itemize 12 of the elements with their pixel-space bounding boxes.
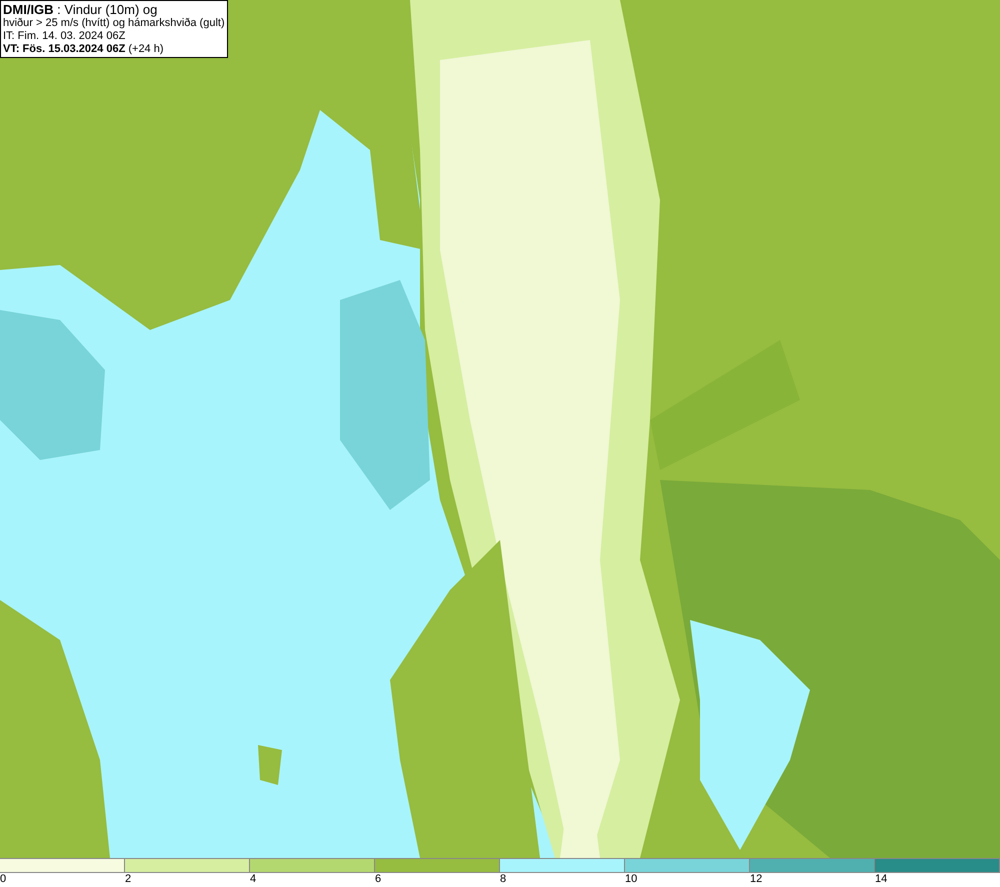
- legend-label: 4: [250, 873, 256, 886]
- legend-label: 0: [0, 873, 6, 886]
- legend-label: 12: [750, 873, 762, 886]
- legend-label: 2: [125, 873, 132, 886]
- info-line: IT: Fim. 14. 03. 2024 06Z: [3, 30, 126, 43]
- legend-label: 6: [375, 873, 382, 886]
- legend-label: 14: [875, 873, 888, 886]
- info-line: hviður > 25 m/s (hvítt) og hámarkshviða (gult): [3, 17, 225, 30]
- legend-label: 8: [500, 873, 506, 886]
- info-title: DMI/IGB : Vindur (10m) og: [3, 2, 158, 17]
- info-line: VT: Fös. 15.03.2024 06Z (+24 h): [3, 43, 164, 56]
- legend-label: 10: [625, 873, 638, 886]
